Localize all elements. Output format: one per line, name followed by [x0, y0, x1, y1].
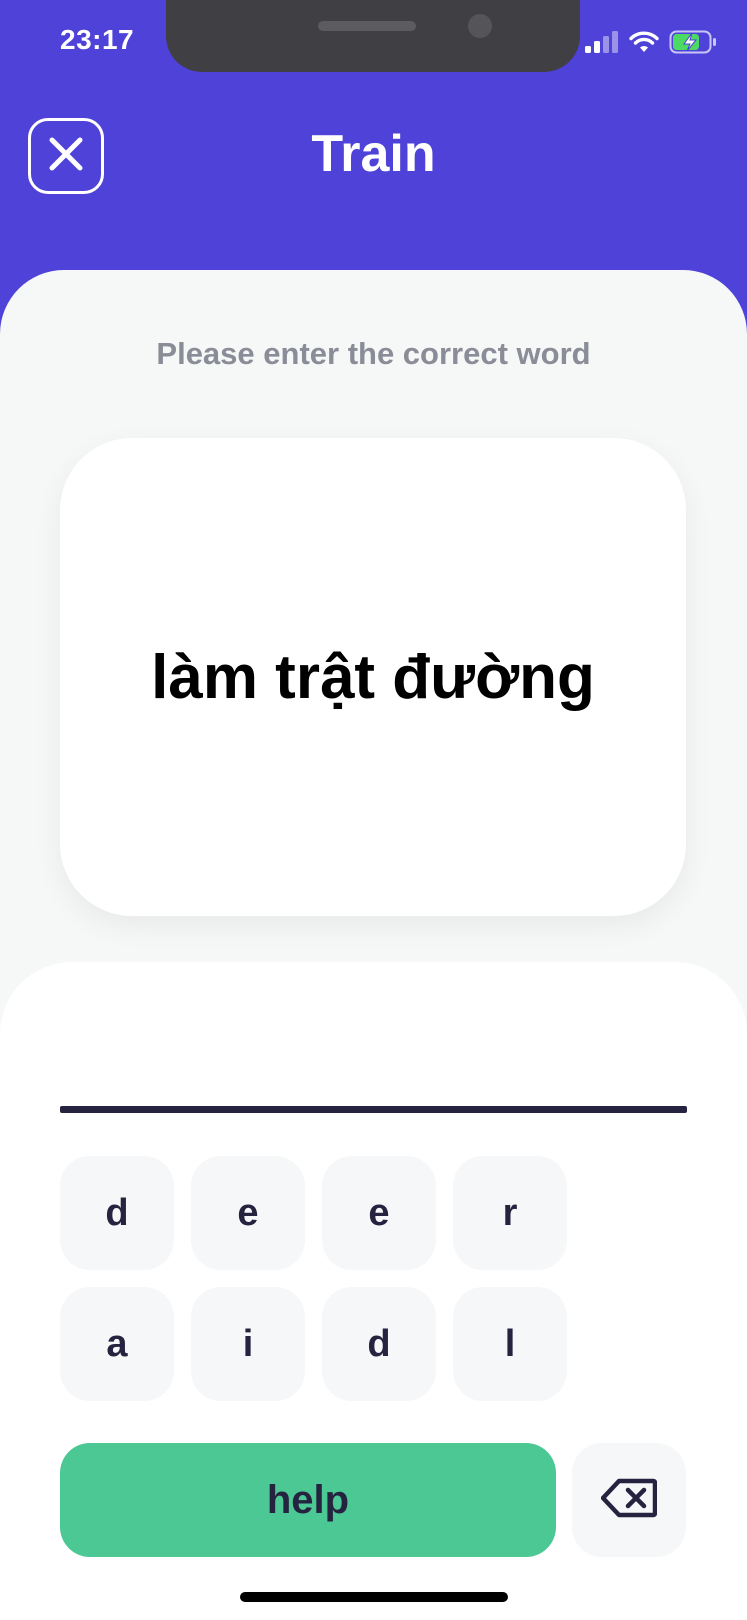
backspace-button[interactable]: [572, 1443, 686, 1557]
train-screen: 23:17 Train Please enter the correct wor…: [0, 0, 747, 1620]
notch-speaker: [318, 21, 416, 31]
letter-key[interactable]: d: [322, 1287, 436, 1401]
notch-camera: [468, 14, 492, 38]
letter-key[interactable]: a: [60, 1287, 174, 1401]
letter-key[interactable]: e: [322, 1156, 436, 1270]
status-icons: [585, 30, 717, 59]
battery-charging-icon: [669, 30, 717, 59]
home-indicator: [240, 1592, 508, 1602]
backspace-icon: [600, 1478, 658, 1523]
prompt-word: làm trật đường: [151, 642, 595, 712]
letter-key[interactable]: r: [453, 1156, 567, 1270]
letter-key[interactable]: l: [453, 1287, 567, 1401]
cellular-signal-icon: [585, 31, 619, 58]
answer-underline: [60, 1106, 687, 1113]
word-card: làm trật đường: [60, 438, 686, 916]
status-time: 23:17: [60, 24, 135, 55]
letter-key[interactable]: i: [191, 1287, 305, 1401]
help-button[interactable]: help: [60, 1443, 556, 1557]
letter-key[interactable]: e: [191, 1156, 305, 1270]
wifi-icon: [629, 31, 659, 58]
device-notch: [166, 0, 580, 72]
letter-key[interactable]: d: [60, 1156, 174, 1270]
page-title: Train: [311, 125, 436, 183]
instruction-text: Please enter the correct word: [156, 336, 591, 371]
